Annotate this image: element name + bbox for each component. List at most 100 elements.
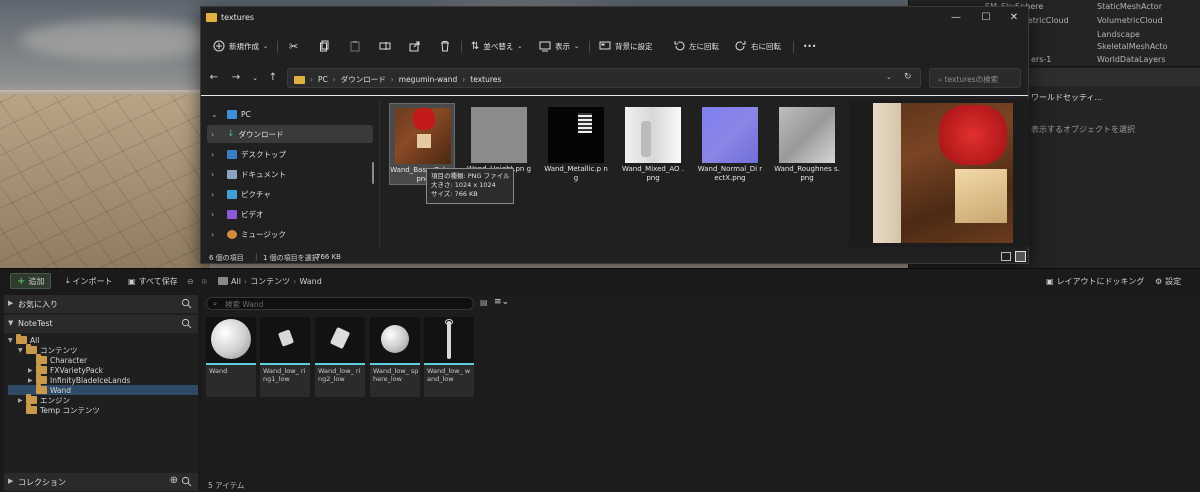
tree-label: FXVarietyPack (50, 365, 104, 375)
tree-item-contents[interactable]: ▼ コンテンツ (18, 344, 198, 355)
forward-button[interactable]: → (229, 71, 243, 85)
address-dropdown-icon[interactable]: ⌄ (886, 73, 892, 81)
up-button[interactable]: ↑ (266, 71, 280, 85)
rename-icon (379, 42, 391, 50)
file-item[interactable]: Wand_Normal_Di rectX.png (697, 103, 763, 185)
content-browser: + 追加 ⤓ インポート ▣ すべて保存 ⊖ ⊕ All › コンテンツ › W… (0, 268, 1200, 492)
tree-item-wand[interactable]: Wand (8, 384, 198, 395)
breadcrumb-wand[interactable]: Wand (299, 277, 321, 286)
nav-item-pc[interactable]: ⌄ PC (201, 105, 367, 123)
nav-item-documents[interactable]: › ドキュメント (207, 165, 373, 183)
more-button[interactable]: ••• (803, 39, 816, 53)
delete-button[interactable] (439, 39, 451, 53)
title-bar[interactable]: textures — ☐ ✕ (201, 7, 1028, 31)
scissors-icon: ✂ (289, 39, 299, 53)
tree-item-all[interactable]: ▼ All (8, 334, 198, 345)
import-button[interactable]: ⤓ インポート (66, 273, 113, 289)
nav-item-music[interactable]: › ミュージック (207, 225, 373, 243)
sort-button[interactable]: ⇅ 並べ替え ⌄ (471, 39, 522, 53)
tree-item-engine[interactable]: ▶ エンジン (18, 394, 198, 405)
save-search-icon[interactable]: ▤ (480, 298, 488, 307)
maximize-button[interactable]: ☐ (971, 7, 1001, 29)
tree-item-infinitybladeicelands[interactable]: ▶ InfinityBladeIceLands (28, 374, 198, 385)
large-icons-view-icon[interactable] (1015, 251, 1026, 262)
address-bar[interactable]: › PC › ダウンロード › megumin-wand › textures … (287, 68, 921, 88)
breadcrumb-textures[interactable]: textures (470, 75, 501, 84)
asset-thumbnail (424, 317, 474, 363)
outliner-type: Landscape (1097, 30, 1140, 39)
nav-item-pictures[interactable]: › ピクチャ (207, 185, 373, 203)
breadcrumb-all[interactable]: All (231, 277, 241, 286)
asset-type-bar (206, 363, 256, 365)
breadcrumb-downloads[interactable]: ダウンロード (341, 74, 386, 85)
collections-header[interactable]: ▶ コレクション ⊕ (4, 473, 198, 491)
favorites-header[interactable]: ▶ お気に入り (4, 295, 198, 313)
tree-item-fxvarietypack[interactable]: ▶ FXVarietyPack (28, 364, 198, 375)
nav-label: デスクトップ (241, 149, 286, 159)
rotate-left-button[interactable]: 左に回転 (673, 39, 719, 53)
tree-item-character[interactable]: Character (28, 354, 198, 365)
details-tab[interactable]: ワールドセッティ... (1031, 92, 1102, 103)
set-background-label: 背景に設定 (615, 41, 653, 51)
history-forward-button[interactable]: ⊕ (201, 273, 208, 289)
refresh-icon[interactable]: ↻ (904, 72, 912, 82)
recent-button[interactable]: ⌄ (248, 71, 262, 85)
details-view-icon[interactable] (1001, 252, 1011, 261)
nav-item-downloads[interactable]: › ↓ ダウンロード (207, 125, 373, 143)
asset-tile[interactable]: Wand (206, 317, 256, 397)
chevron-right-icon: › (211, 189, 215, 199)
folder-icon (26, 394, 37, 404)
project-header[interactable]: ▼ NoteTest (4, 315, 198, 333)
share-button[interactable] (409, 39, 421, 53)
nav-item-videos[interactable]: › ビデオ (207, 205, 373, 223)
file-item[interactable]: Wand_Metallic.p ng (543, 103, 609, 185)
project-label: NoteTest (18, 319, 53, 328)
file-thumbnail (702, 107, 758, 163)
file-item[interactable]: Wand_Roughnes s.png (774, 103, 840, 185)
asset-tile[interactable]: Wand_low_ ring2_low (315, 317, 365, 397)
asset-tile[interactable]: Wand_low_ sphere_low (370, 317, 420, 397)
back-button[interactable]: ← (207, 71, 221, 85)
rename-button[interactable] (379, 39, 391, 53)
tree-item-temp-contents[interactable]: Temp コンテンツ (18, 404, 198, 415)
tree-label: Character (50, 355, 88, 365)
history-back-button[interactable]: ⊖ (187, 273, 194, 289)
search-icon[interactable] (181, 298, 192, 309)
paste-button[interactable] (349, 39, 361, 53)
cut-button[interactable]: ✂ (289, 39, 298, 53)
add-collection-icon[interactable]: ⊕ (170, 475, 178, 486)
mesh-preview (445, 319, 453, 325)
nav-item-desktop[interactable]: › デスクトップ (207, 145, 373, 163)
more-icon: ••• (803, 41, 817, 51)
minimize-button[interactable]: — (941, 7, 971, 29)
set-background-button[interactable]: 背景に設定 (599, 39, 653, 53)
close-button[interactable]: ✕ (999, 7, 1029, 29)
outliner-row[interactable]: ers-1 (1031, 55, 1051, 64)
copy-button[interactable] (319, 39, 331, 53)
paste-icon (350, 41, 360, 52)
breadcrumb-megumin-wand[interactable]: megumin-wand (399, 75, 458, 84)
dock-layout-button[interactable]: ▣ レイアウトにドッキング (1046, 273, 1144, 289)
breadcrumb-pc[interactable]: PC (318, 75, 328, 84)
preview-pane (849, 99, 1029, 247)
asset-search-input[interactable]: ⌕ 検索 Wand (206, 297, 474, 310)
save-all-button[interactable]: ▣ すべて保存 (128, 273, 178, 289)
add-button[interactable]: + 追加 (10, 273, 52, 289)
asset-tile[interactable]: Wand_low_ wand_low (424, 317, 474, 397)
nav-scrollbar[interactable] (372, 162, 374, 184)
folder-icon (16, 334, 27, 344)
new-button[interactable]: 新規作成 ⌄ (213, 39, 268, 53)
breadcrumb-contents[interactable]: コンテンツ (250, 276, 290, 287)
search-icon[interactable] (181, 476, 192, 487)
search-input[interactable]: ⌕ texturesの検索 (929, 68, 1021, 88)
pictures-icon (227, 189, 237, 199)
rotate-left-icon (674, 41, 685, 51)
view-label: 表示 (555, 41, 570, 51)
asset-tile[interactable]: Wand_low_ ring1_low (260, 317, 310, 397)
view-button[interactable]: 表示 ⌄ (539, 39, 579, 53)
search-icon[interactable] (181, 318, 192, 329)
settings-button[interactable]: ⚙ 設定 (1155, 273, 1181, 289)
file-item[interactable]: Wand_Mixed_AO .png (620, 103, 686, 185)
rotate-right-button[interactable]: 右に回転 (735, 39, 781, 53)
filter-icon[interactable]: ≡⌄ (494, 297, 509, 307)
